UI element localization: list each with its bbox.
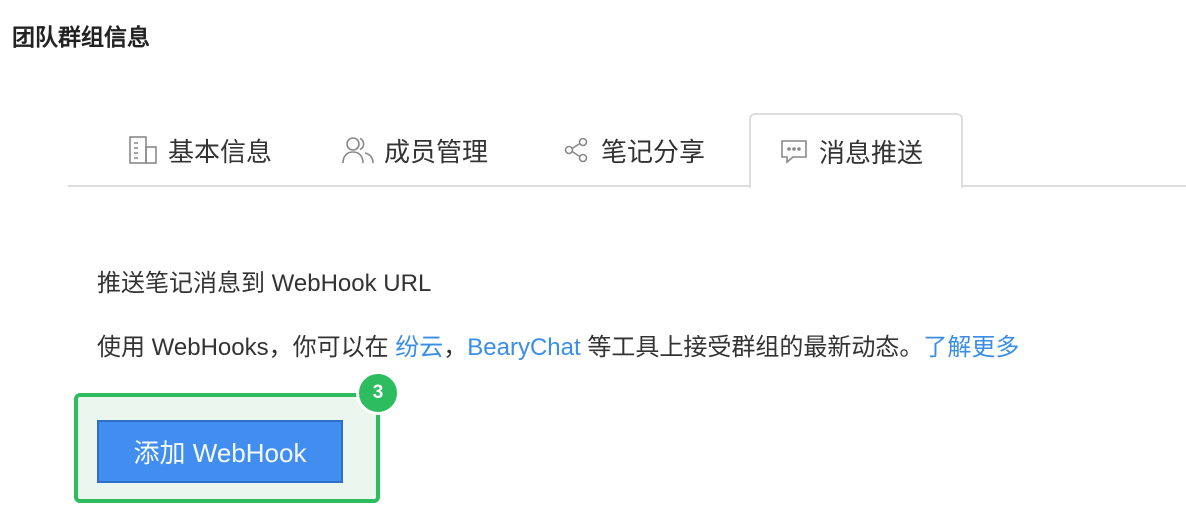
tab-label: 成员管理 [384,136,489,167]
desc-text: 使用 WebHooks，你可以在 [97,334,396,361]
section-heading: 推送笔记消息到 WebHook URL [97,270,432,297]
tab-label: 笔记分享 [601,136,706,167]
page-title: 团队群组信息 [12,24,150,50]
tab-basic-info[interactable]: 基本信息 [128,113,272,187]
building-icon [129,136,157,164]
desc-comma: ， [443,334,468,361]
chat-icon [781,139,807,164]
learn-more-link[interactable]: 了解更多 [923,334,1019,361]
fenyun-link[interactable]: 纷云 [395,334,443,361]
tab-label: 基本信息 [168,136,273,167]
tab-label: 消息推送 [819,138,924,168]
share-icon [564,137,588,163]
desc-text: 等工具上接受群组的最新动态。 [580,334,924,361]
add-webhook-button[interactable]: 添加 WebHook [97,420,343,483]
tab-message-push[interactable]: 消息推送 [749,113,963,188]
tab-note-share[interactable]: 笔记分享 [563,113,705,187]
description: 使用 WebHooks，你可以在 纷云，BearyChat 等工具上接受群组的最… [97,327,1019,362]
tab-members[interactable]: 成员管理 [342,113,488,187]
step-badge: 3 [356,371,400,415]
users-icon [342,137,374,164]
bearychat-link[interactable]: BearyChat [467,334,580,361]
